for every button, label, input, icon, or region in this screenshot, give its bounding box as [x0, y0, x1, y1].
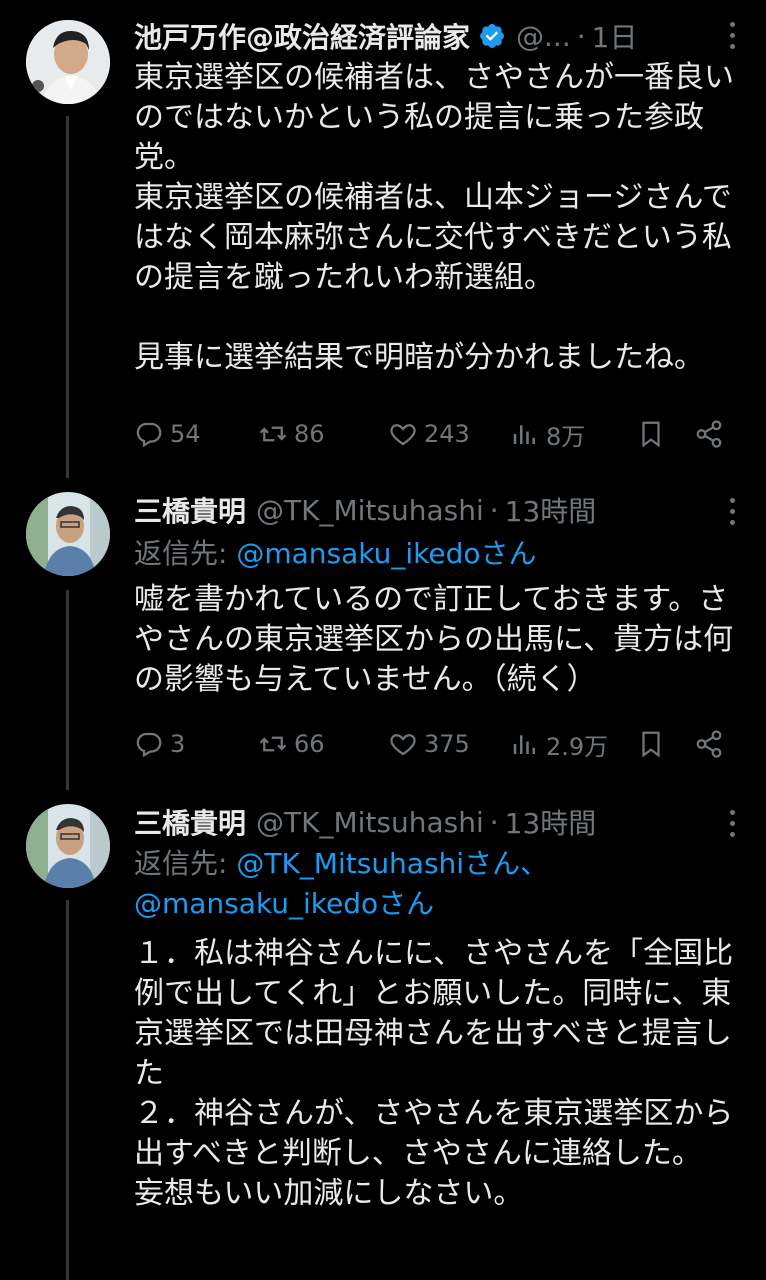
tweet-text: １．私は神谷さんにに、さやさんを「全国比例で出してくれ」とお願いした。同時に、東… [134, 936, 734, 1211]
views-button[interactable]: 8万 [510, 414, 585, 454]
bookmark-button[interactable] [636, 414, 666, 454]
reply-to-line: 返信先: @TK_Mitsuhashiさん、 @mansaku_ikedoさん [134, 844, 742, 924]
mention-link[interactable]: @TK_Mitsuhashiさん、 [236, 847, 548, 880]
share-icon [696, 420, 722, 448]
heart-icon [390, 734, 416, 756]
tweet[interactable]: 池戸万作@政治経済評論家 @... · 1日 東京選挙区の候補者は、さやさんが一… [0, 0, 766, 478]
more-icon[interactable] [730, 22, 736, 52]
like-count: 243 [424, 420, 470, 448]
reply-icon [136, 732, 162, 758]
verified-badge-icon [480, 24, 504, 48]
author-handle[interactable]: @TK_Mitsuhashi [256, 494, 484, 527]
share-icon [696, 730, 722, 758]
reply-to-line: 返信先: @mansaku_ikedoさん [134, 534, 742, 574]
timestamp[interactable]: 1日 [592, 16, 638, 56]
tweet-text: 嘘を書かれているので訂正しておきます。さやさんの東京選挙区からの出馬に、貴方は何… [134, 582, 734, 697]
author-handle[interactable]: @... [516, 20, 571, 53]
separator-dot: · [489, 493, 499, 527]
retweet-count: 66 [294, 730, 325, 758]
more-icon[interactable] [730, 498, 736, 528]
timestamp[interactable]: 13時間 [505, 802, 597, 842]
mention-link[interactable]: @mansaku_ikedoさん [134, 887, 434, 920]
retweet-button[interactable]: 86 [258, 414, 325, 454]
author-handle[interactable]: @TK_Mitsuhashi [256, 806, 484, 839]
reply-to-label: 返信先: [134, 537, 237, 570]
like-button[interactable]: 243 [388, 414, 470, 454]
tweet[interactable]: 三橋貴明 @TK_Mitsuhashi · 13時間 返信先: @TK_Mits… [0, 790, 766, 1280]
tweet-actions: 3 66 375 2.9万 [134, 724, 736, 764]
retweet-count: 86 [294, 420, 325, 448]
reply-button[interactable]: 54 [134, 414, 201, 454]
views-icon [513, 425, 535, 444]
author-name[interactable]: 三橋貴明 [134, 802, 246, 842]
author-name[interactable]: 三橋貴明 [134, 490, 246, 530]
separator-dot: · [576, 19, 586, 53]
reply-count: 54 [170, 420, 201, 448]
retweet-icon [259, 736, 287, 752]
mention-link[interactable]: @mansaku_ikedoさん [236, 537, 536, 570]
share-button[interactable] [694, 724, 724, 764]
view-count: 2.9万 [546, 732, 609, 761]
tweet-actions: 54 86 243 8万 [134, 414, 736, 454]
like-count: 375 [424, 730, 470, 758]
separator-dot: · [489, 805, 499, 839]
bookmark-icon [642, 421, 660, 448]
reply-count: 3 [170, 730, 186, 758]
views-icon [513, 735, 535, 754]
views-button[interactable]: 2.9万 [510, 724, 608, 764]
bookmark-icon [642, 731, 660, 758]
reply-to-label: 返信先: [134, 847, 237, 880]
avatar[interactable] [26, 20, 110, 104]
tweet[interactable]: 三橋貴明 @TK_Mitsuhashi · 13時間 返信先: @mansaku… [0, 478, 766, 790]
retweet-icon [259, 426, 287, 442]
avatar[interactable] [26, 492, 110, 576]
retweet-button[interactable]: 66 [258, 724, 325, 764]
more-icon[interactable] [730, 810, 736, 840]
avatar[interactable] [26, 804, 110, 888]
reply-icon [136, 422, 162, 448]
reply-button[interactable]: 3 [134, 724, 185, 764]
timestamp[interactable]: 13時間 [505, 490, 597, 530]
share-button[interactable] [694, 414, 724, 454]
tweet-text: 東京選挙区の候補者は、さやさんが一番良いのではないかという私の提言に乗った参政党… [134, 60, 734, 375]
heart-icon [390, 424, 416, 446]
author-name[interactable]: 池戸万作@政治経済評論家 [134, 16, 470, 56]
like-button[interactable]: 375 [388, 724, 470, 764]
view-count: 8万 [546, 422, 586, 451]
bookmark-button[interactable] [636, 724, 666, 764]
